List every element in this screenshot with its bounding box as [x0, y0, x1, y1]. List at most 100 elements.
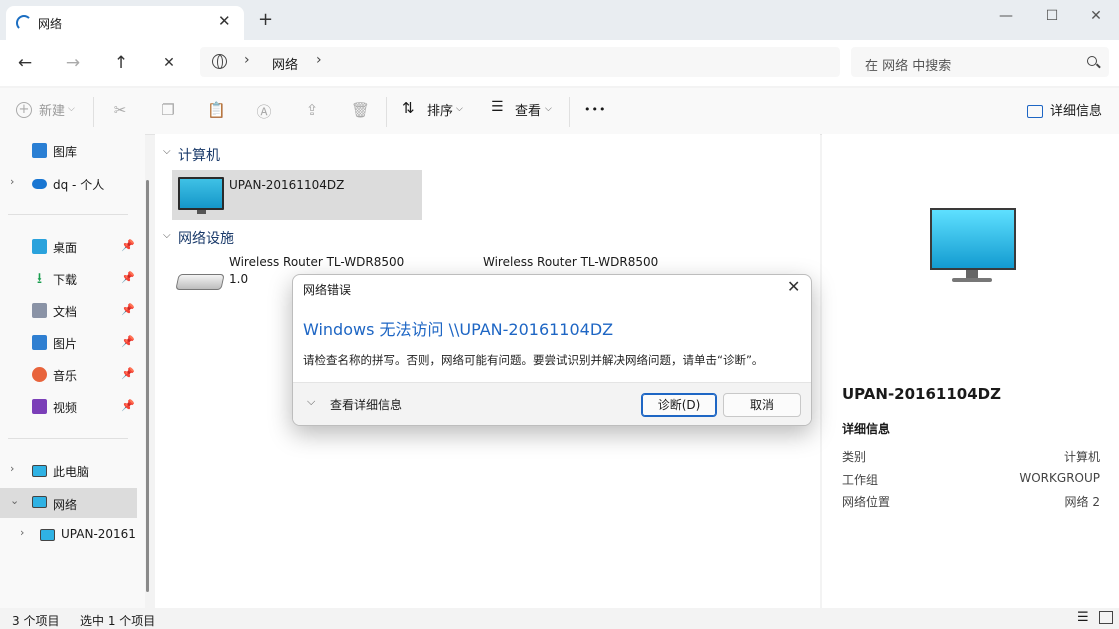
tab-network[interactable]: 网络 ✕: [6, 6, 244, 40]
document-icon: [32, 303, 47, 318]
copy-icon[interactable]: ❐: [159, 101, 177, 119]
delete-icon[interactable]: 🗑: [351, 101, 370, 119]
details-subtitle: 详细信息: [842, 422, 891, 436]
chevron-down-icon[interactable]: ⌵: [163, 146, 171, 157]
dialog-close-button[interactable]: ✕: [787, 277, 800, 296]
details-pane-icon: [1027, 105, 1043, 118]
network-error-dialog: 网络错误 ✕ Windows 无法访问 \\UPAN-20161104DZ 请检…: [292, 274, 812, 426]
sidebar-item-pictures[interactable]: 图片 📌: [8, 330, 136, 356]
sidebar-item-network[interactable]: ⌄ 网络: [0, 488, 137, 518]
paste-icon[interactable]: 📋: [207, 101, 226, 119]
chevron-right-icon[interactable]: ›: [10, 175, 14, 188]
detail-key: 工作组: [842, 473, 879, 487]
sidebar-item-documents[interactable]: 文档 📌: [8, 298, 136, 324]
new-tab-button[interactable]: +: [258, 9, 273, 30]
breadcrumb-separator[interactable]: ›: [316, 52, 322, 68]
share-icon[interactable]: ⇪: [303, 101, 321, 119]
close-button[interactable]: ✕: [1073, 4, 1119, 30]
pin-icon[interactable]: 📌: [121, 239, 135, 252]
tiles-view-icon[interactable]: [1099, 611, 1113, 624]
dialog-heading: Windows 无法访问 \\UPAN-20161104DZ: [303, 320, 614, 339]
sidebar-item-gallery[interactable]: 图库: [8, 138, 136, 164]
divider: [386, 97, 387, 127]
sidebar-item-label: 图片: [53, 337, 78, 351]
item-name: Wireless Router TL-WDR8500: [483, 255, 659, 269]
breadcrumb-separator[interactable]: ›: [244, 52, 250, 68]
address-bar[interactable]: › 网络 ›: [200, 47, 840, 77]
detail-key: 网络位置: [842, 495, 891, 509]
cloud-icon: [32, 179, 47, 189]
sidebar-item-label: 图库: [53, 145, 78, 159]
sidebar-item-desktop[interactable]: 桌面 📌: [8, 234, 136, 260]
pin-icon[interactable]: 📌: [121, 271, 135, 284]
chevron-down-icon[interactable]: ⌵: [163, 230, 171, 241]
view-button[interactable]: 查看: [515, 100, 541, 119]
minimize-button[interactable]: —: [983, 4, 1029, 30]
rename-icon[interactable]: Ⓐ: [255, 101, 273, 121]
list-view-icon[interactable]: ☰: [1077, 610, 1089, 625]
search-icon: [1087, 56, 1097, 66]
computer-item[interactable]: UPAN-20161104DZ: [172, 170, 422, 220]
group-header-devices[interactable]: 网络设施: [178, 228, 234, 248]
pin-icon[interactable]: 📌: [121, 367, 135, 380]
pin-icon[interactable]: 📌: [121, 303, 135, 316]
more-button[interactable]: •••: [584, 103, 606, 116]
status-bar: 3 个项目 选中 1 个项目 ☰: [0, 608, 1119, 628]
detail-value: 计算机: [1063, 450, 1100, 464]
sidebar-item-videos[interactable]: 视频 📌: [8, 394, 136, 420]
divider: [93, 97, 94, 127]
cut-icon[interactable]: ✂: [111, 101, 129, 119]
download-icon: ⭳: [36, 269, 43, 287]
pin-icon[interactable]: 📌: [121, 399, 135, 412]
divider: [8, 214, 128, 215]
divider: [8, 438, 128, 439]
sidebar-item-label: UPAN-20161: [61, 527, 136, 541]
add-icon: +: [16, 102, 32, 118]
details-pane: [822, 134, 1119, 608]
sidebar-item-downloads[interactable]: ⭳ 下载 📌: [8, 266, 136, 292]
forward-button[interactable]: →: [59, 50, 87, 78]
chevron-down-icon[interactable]: ⌵: [307, 395, 315, 409]
cancel-button[interactable]: 取消: [723, 393, 801, 417]
gallery-icon: [32, 143, 47, 158]
group-header-computer[interactable]: 计算机: [178, 145, 220, 165]
new-button[interactable]: 新建: [39, 100, 65, 119]
detail-value: WORKGROUP: [1019, 471, 1100, 485]
sidebar-item-onedrive[interactable]: › dq - 个人: [8, 171, 136, 197]
sidebar-item-label: 音乐: [53, 369, 78, 383]
details-toggle[interactable]: 查看详细信息: [330, 396, 402, 413]
sidebar-item-label: 网络: [53, 498, 78, 512]
chevron-down-icon: ⌵: [545, 104, 552, 114]
sort-button[interactable]: 排序: [427, 100, 453, 119]
monitor-stand: [966, 270, 978, 278]
sort-icon: ⇅: [402, 99, 415, 117]
item-name: Wireless Router TL-WDR8500: [229, 255, 405, 269]
detail-value: 网络 2: [1064, 495, 1100, 509]
tab-close-icon[interactable]: ✕: [218, 12, 231, 30]
up-button[interactable]: ↑: [107, 50, 135, 78]
details-pane-button[interactable]: 详细信息: [1050, 100, 1102, 119]
back-button[interactable]: ←: [11, 50, 39, 78]
pin-icon[interactable]: 📌: [121, 335, 135, 348]
sidebar-item-label: 桌面: [53, 241, 78, 255]
stop-button[interactable]: ✕: [155, 50, 183, 78]
computer-icon: [40, 529, 55, 541]
diagnose-button[interactable]: 诊断(D): [641, 393, 717, 417]
sidebar-item-label: 下载: [53, 273, 78, 287]
item-name: UPAN-20161104DZ: [229, 178, 345, 192]
picture-icon: [32, 335, 47, 350]
maximize-button[interactable]: ☐: [1029, 4, 1075, 30]
sidebar-item-music[interactable]: 音乐 📌: [8, 362, 136, 388]
chevron-right-icon[interactable]: ›: [10, 462, 14, 475]
chevron-down-icon[interactable]: ⌄: [10, 494, 19, 507]
sidebar-item-this-pc[interactable]: › 此电脑: [8, 458, 136, 484]
sidebar-item-label: 文档: [53, 305, 78, 319]
sidebar-item-label: 视频: [53, 401, 78, 415]
breadcrumb-network[interactable]: 网络: [272, 54, 298, 73]
sidebar-scrollbar[interactable]: [146, 180, 149, 592]
selected-count: 选中 1 个项目: [80, 614, 156, 628]
search-input[interactable]: 在 网络 中搜索: [851, 47, 1109, 77]
chevron-right-icon[interactable]: ›: [20, 526, 24, 539]
search-placeholder: 在 网络 中搜索: [865, 59, 952, 74]
sidebar-item-upan[interactable]: › UPAN-20161: [8, 522, 136, 548]
